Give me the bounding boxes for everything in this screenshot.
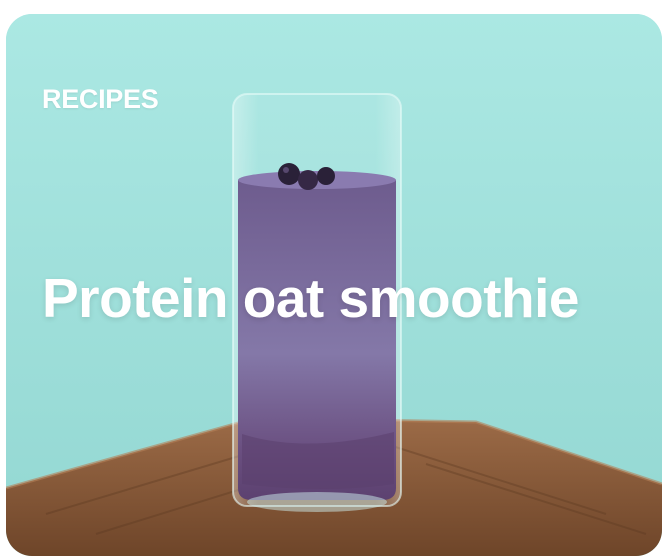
category-label: RECIPES <box>42 84 159 114</box>
recipe-title: Protein oat smoothie <box>42 267 580 329</box>
recipe-card[interactable]: RECIPES Protein oat smoothie <box>6 14 662 556</box>
